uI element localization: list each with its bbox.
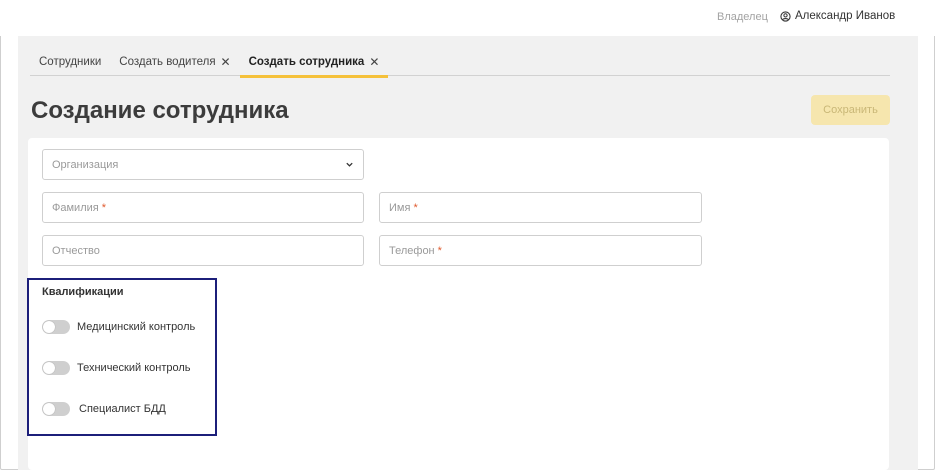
phone-field[interactable]: Телефон * bbox=[379, 235, 702, 266]
organization-placeholder: Организация bbox=[52, 158, 119, 171]
organization-select[interactable]: Организация bbox=[42, 149, 364, 180]
page-title: Создание сотрудника bbox=[31, 97, 289, 124]
close-icon[interactable]: ✕ bbox=[369, 56, 379, 68]
qualifications-highlight-box bbox=[27, 278, 217, 436]
top-bar: Владелец Александр Иванов bbox=[0, 0, 935, 36]
user-pin-icon bbox=[780, 10, 791, 22]
tab-employees[interactable]: Сотрудники bbox=[30, 50, 110, 76]
close-icon[interactable]: ✕ bbox=[221, 56, 231, 68]
phone-placeholder: Телефон bbox=[389, 244, 435, 257]
user-name: Александр Иванов bbox=[795, 10, 896, 22]
tab-label: Сотрудники bbox=[39, 56, 102, 68]
chevron-down-icon bbox=[346, 162, 353, 167]
firstname-field[interactable]: Имя * bbox=[379, 192, 702, 223]
user-menu[interactable]: Александр Иванов bbox=[780, 10, 895, 22]
tab-create-employee[interactable]: Создать сотрудника ✕ bbox=[239, 50, 389, 78]
required-mark: * bbox=[101, 201, 106, 214]
middlename-placeholder: Отчество bbox=[52, 244, 100, 257]
lastname-placeholder: Фамилия bbox=[52, 201, 99, 214]
user-role: Владелец bbox=[717, 11, 768, 23]
tab-bar: Сотрудники Создать водителя ✕ Создать со… bbox=[30, 50, 890, 78]
save-button[interactable]: Сохранить bbox=[811, 95, 890, 125]
firstname-placeholder: Имя bbox=[389, 201, 411, 214]
tab-create-driver[interactable]: Создать водителя ✕ bbox=[110, 50, 239, 76]
tab-label: Создать водителя bbox=[119, 56, 216, 68]
tab-label: Создать сотрудника bbox=[248, 56, 365, 68]
middlename-field[interactable]: Отчество bbox=[42, 235, 364, 266]
required-mark: * bbox=[413, 201, 418, 214]
lastname-field[interactable]: Фамилия * bbox=[42, 192, 364, 223]
required-mark: * bbox=[437, 244, 442, 257]
